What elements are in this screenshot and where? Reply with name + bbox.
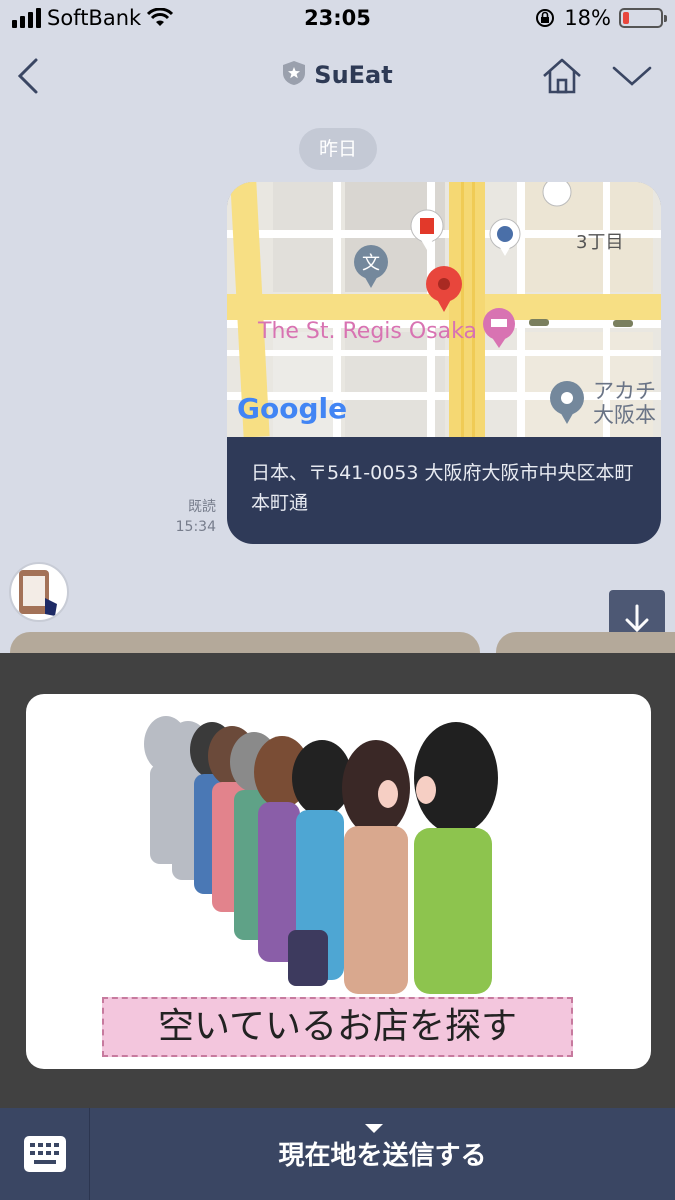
orientation-lock-icon (536, 9, 555, 27)
rich-menu: 空いているお店を探す (0, 653, 675, 1108)
send-location-label: 現在地を送信する (278, 1141, 487, 1171)
map-label-aka: アカチ (593, 379, 656, 403)
read-label: 既読 (188, 499, 216, 515)
queue-illustration (144, 716, 498, 994)
chat-header: SuEat (0, 44, 675, 108)
find-vacant-store-label: 空いているお店を探す (102, 997, 573, 1057)
map-preview[interactable]: 文 The St. Regis Osaka 3丁目 アカチ 大阪本 Google (227, 182, 661, 437)
find-vacant-store-button[interactable]: 空いているお店を探す (26, 694, 651, 1069)
read-receipt: 既読 15:34 (176, 497, 216, 537)
chevron-down-icon[interactable] (610, 62, 654, 90)
map-label-chome: 3丁目 (576, 232, 623, 253)
message-time: 15:34 (175, 519, 216, 535)
shield-star-icon (283, 61, 306, 85)
battery-icon (619, 8, 667, 28)
map-label-hotel: The St. Regis Osaka (257, 319, 477, 344)
keyboard-icon (24, 1136, 66, 1172)
battery-percent: 18% (564, 6, 611, 30)
status-bar: SoftBank 23:05 18% (0, 0, 675, 40)
keyboard-toggle-button[interactable] (0, 1108, 90, 1200)
bot-avatar[interactable] (9, 562, 69, 622)
map-label-school: 文 (362, 253, 380, 274)
location-address: 日本、〒541-0053 大阪府大阪市中央区本町 本町通 (251, 462, 634, 514)
google-attribution: Google (237, 392, 347, 425)
map-label-osaka: 大阪本 (593, 403, 656, 427)
menu-toggle-caret-icon[interactable] (365, 1124, 383, 1133)
location-message[interactable]: 文 The St. Regis Osaka 3丁目 アカチ 大阪本 Google… (227, 182, 661, 544)
date-separator: 昨日 (299, 128, 377, 170)
battery-fill (623, 12, 629, 24)
home-icon[interactable] (540, 56, 584, 96)
status-right: 18% (534, 6, 667, 30)
avatar-image (19, 570, 57, 616)
send-location-button[interactable]: 現在地を送信する (90, 1108, 675, 1200)
bottom-bar: 現在地を送信する (0, 1108, 675, 1200)
chat-title-text: SuEat (314, 61, 393, 89)
